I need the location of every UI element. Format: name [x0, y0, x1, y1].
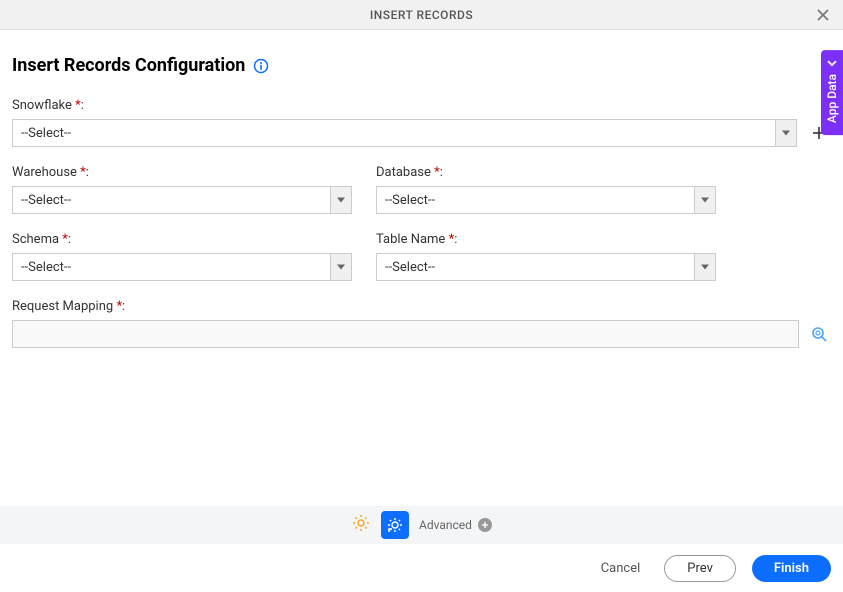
advanced-toggle[interactable]: Advanced [419, 518, 492, 532]
colon: : [454, 232, 457, 247]
database-select[interactable]: --Select-- [376, 186, 716, 214]
warehouse-label-text: Warehouse [12, 165, 77, 180]
cancel-button[interactable]: Cancel [593, 555, 649, 582]
button-row: Cancel Prev Finish [593, 555, 831, 582]
database-label-text: Database [376, 165, 431, 180]
footer-toolbar: Advanced [0, 506, 843, 544]
field-warehouse: Warehouse *: --Select-- [12, 165, 352, 214]
schema-label-text: Schema [12, 232, 59, 247]
field-database: Database *: --Select-- [376, 165, 716, 214]
app-data-panel-tab[interactable]: App Data [821, 50, 843, 135]
table-label: Table Name *: [376, 232, 716, 247]
form-grid: Snowflake *: --Select-- Warehouse [12, 98, 831, 348]
mapping-label: Request Mapping *: [12, 299, 831, 314]
warehouse-value: --Select-- [21, 193, 71, 208]
info-icon[interactable] [253, 58, 269, 74]
field-schema: Schema *: --Select-- [12, 232, 352, 281]
chevron-down-icon [782, 131, 790, 136]
mapping-label-text: Request Mapping [12, 299, 113, 314]
snowflake-value: --Select-- [21, 126, 71, 141]
table-label-text: Table Name [376, 232, 445, 247]
mapping-input[interactable] [12, 320, 799, 348]
chevron-down-icon [337, 265, 345, 270]
table-value: --Select-- [385, 260, 435, 275]
content-area: Insert Records Configuration Snowflake *… [0, 30, 843, 348]
field-snowflake: Snowflake *: --Select-- [12, 98, 831, 147]
field-mapping: Request Mapping *: [12, 299, 831, 348]
schema-value: --Select-- [21, 260, 71, 275]
config-gear-icon[interactable] [381, 511, 409, 539]
page-title-row: Insert Records Configuration [12, 55, 831, 76]
titlebar-title: INSERT RECORDS [370, 8, 473, 22]
mapping-search-icon[interactable] [807, 320, 831, 348]
database-value: --Select-- [385, 193, 435, 208]
colon: : [440, 165, 443, 180]
page-title: Insert Records Configuration [12, 55, 245, 76]
finish-button[interactable]: Finish [752, 555, 831, 582]
chevron-down-icon [701, 198, 709, 203]
warehouse-label: Warehouse *: [12, 165, 352, 180]
field-table: Table Name *: --Select-- [376, 232, 716, 281]
schema-select[interactable]: --Select-- [12, 253, 352, 281]
close-icon[interactable] [813, 5, 833, 25]
chevron-left-icon [827, 56, 837, 70]
snowflake-label: Snowflake *: [12, 98, 831, 113]
snowflake-select[interactable]: --Select-- [12, 119, 797, 147]
table-select[interactable]: --Select-- [376, 253, 716, 281]
colon: : [68, 232, 71, 247]
prev-button[interactable]: Prev [664, 555, 736, 582]
database-label: Database *: [376, 165, 716, 180]
plus-circle-icon [478, 518, 492, 532]
colon: : [122, 299, 125, 314]
titlebar: INSERT RECORDS [0, 0, 843, 30]
advanced-label: Advanced [419, 518, 472, 532]
app-data-label: App Data [825, 74, 839, 123]
schema-label: Schema *: [12, 232, 352, 247]
snowflake-label-text: Snowflake [12, 98, 72, 113]
chevron-down-icon [701, 265, 709, 270]
colon: : [81, 98, 84, 113]
gear-icon[interactable] [351, 513, 371, 537]
chevron-down-icon [337, 198, 345, 203]
colon: : [86, 165, 89, 180]
warehouse-select[interactable]: --Select-- [12, 186, 352, 214]
